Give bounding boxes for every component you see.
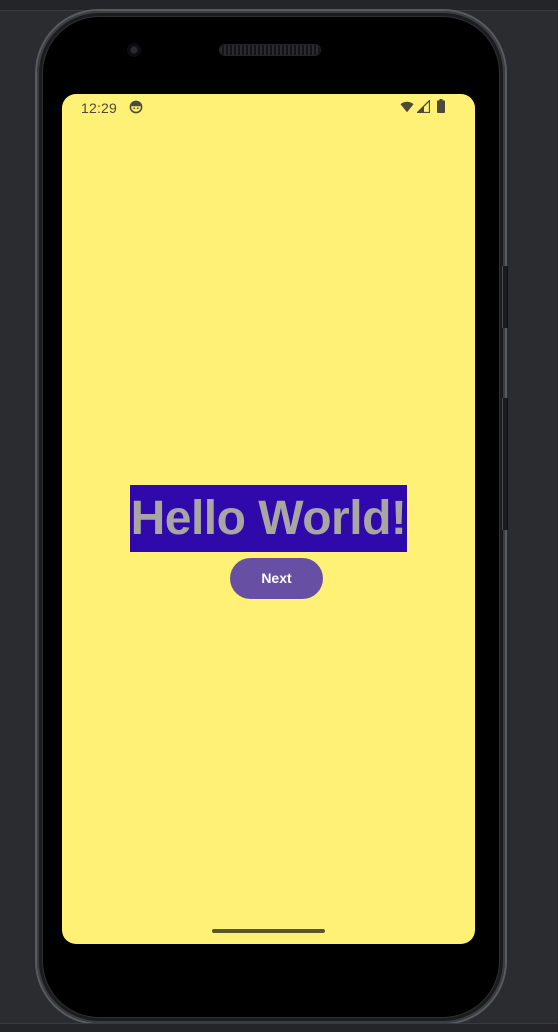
front-camera (127, 43, 141, 57)
earpiece-speaker (220, 45, 320, 55)
hello-world-text: Hello World! (130, 485, 407, 552)
status-bar: 12:29 (62, 94, 475, 120)
status-time: 12:29 (81, 100, 118, 116)
bottom-edge (0, 1023, 558, 1032)
wifi-icon (400, 101, 414, 113)
cell-signal-icon (417, 100, 430, 113)
android-face-icon (129, 100, 143, 114)
device-screen: 12:29 Hello World! Next (62, 94, 475, 944)
next-button[interactable]: Next (230, 558, 323, 599)
volume-rocker[interactable] (502, 398, 508, 530)
battery-icon (437, 99, 445, 113)
toolbar-edge (0, 0, 558, 11)
emulator-workspace: 12:29 Hello World! Next (0, 0, 558, 1032)
power-button[interactable] (502, 266, 508, 328)
navigation-gesture-bar[interactable] (212, 929, 325, 933)
